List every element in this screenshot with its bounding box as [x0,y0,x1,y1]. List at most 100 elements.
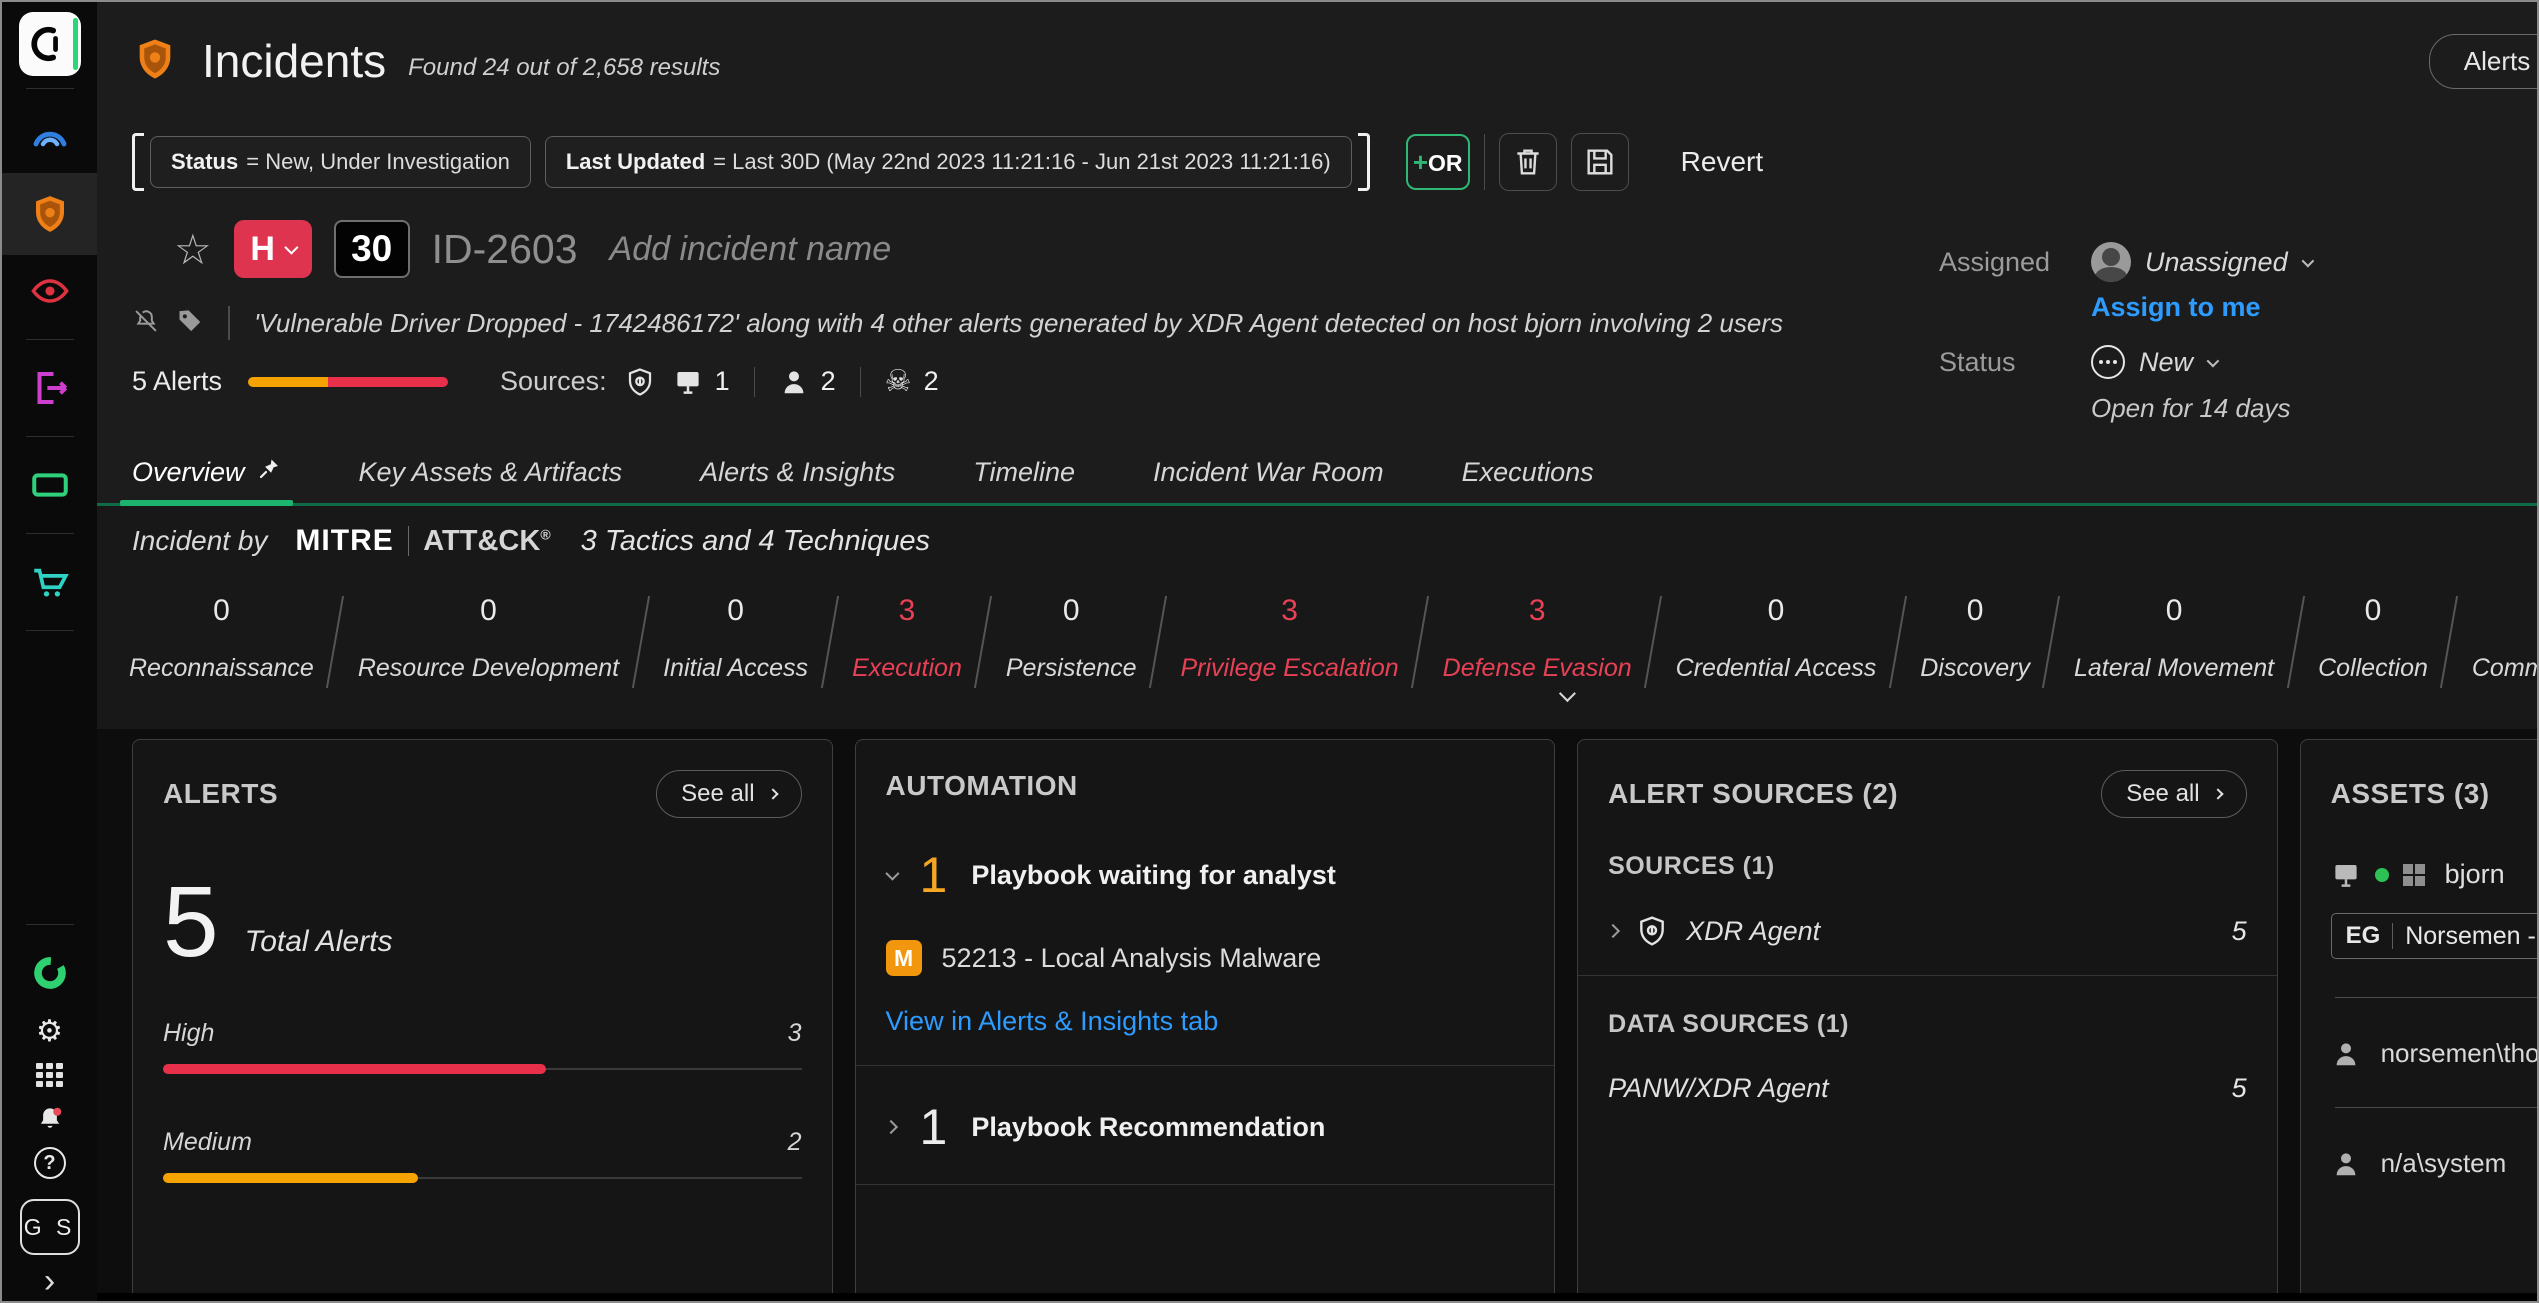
assignee-dropdown[interactable]: Unassigned [2091,242,2311,282]
alert-sources-card-title: ALERT SOURCES (2) [1608,778,1898,810]
tactic-cell[interactable]: 0 Credential Access [1654,594,1899,683]
tactic-cell[interactable]: 0 Initial Access [641,594,830,683]
user-icon [2331,1149,2361,1179]
alert-sources-see-all-button[interactable]: See all [2101,770,2246,818]
waiting-label: Playbook waiting for analyst [971,860,1336,891]
divider [228,306,230,340]
incident-score: 30 [334,220,410,278]
endpoint-count[interactable]: 1 [673,366,730,397]
sources-header: SOURCES (1) [1608,852,2247,881]
tactic-cell[interactable]: 0 Command and Control [2450,594,2539,683]
tactic-cell[interactable]: 0 Collection [2296,594,2450,683]
alerts-see-all-button[interactable]: See all [656,770,801,818]
tab[interactable]: Key Assets & Artifacts [359,442,623,503]
endpoints-card-icon[interactable] [2,449,97,521]
attack-logo: ATT&CK® [423,525,550,558]
asset-user-row[interactable]: norsemen\thor [2331,1038,2539,1069]
data-door-icon[interactable] [2,352,97,424]
source-row[interactable]: XDR Agent 5 [1608,915,2247,947]
asset-user-row[interactable]: n/a\system [2331,1148,2539,1179]
automation-alert-row[interactable]: M 52213 - Local Analysis Malware [886,940,1525,976]
divider [1484,134,1485,190]
tab[interactable]: Timeline [973,442,1075,503]
incidents-shield-icon[interactable] [2,173,97,255]
automation-card: AUTOMATION 1 Playbook waiting for analys… [855,739,1556,1301]
user-avatar[interactable]: G S [20,1199,80,1255]
threat-count[interactable]: ☠ 2 [885,364,939,399]
tactic-cell[interactable]: 3 Defense Evasion [1421,594,1654,683]
severity-badge[interactable]: H [234,220,312,278]
incident-header: ☆ H 30 ID-2603 Add incident name 'Vulner… [97,204,2539,442]
tactic-cell[interactable]: 0 Lateral Movement [2052,594,2296,683]
tactic-cell[interactable]: 0 Persistence [984,594,1159,683]
tactic-cell[interactable]: 0 Discovery [1898,594,2052,683]
bottom-edge [97,1293,2539,1301]
user-count[interactable]: 2 [779,366,836,397]
alerts-count: 5 Alerts [132,366,222,397]
tab[interactable]: Overview [132,442,281,503]
apps-grid-icon[interactable] [2,1053,97,1097]
cortex-ring-icon[interactable] [2,937,97,1009]
tab[interactable]: Executions [1462,442,1594,503]
asset-user-block: norsemen\thor [2331,997,2539,1069]
mute-alerts-icon[interactable] [132,307,160,340]
save-filter-button[interactable] [1571,133,1629,191]
add-or-filter-button[interactable]: +OR [1406,134,1470,190]
alerts-table-button[interactable]: Alerts Table [2429,34,2539,89]
alert-name: 52213 - Local Analysis Malware [942,943,1322,974]
assets-card: ASSETS (3) See all bjorn ⋮ EG [2300,739,2539,1301]
alerts-severity-bar [248,377,448,387]
waiting-count: 1 [920,846,948,904]
incident-tabs: Overview Key Assets & Artifacts Alerts &… [97,442,2539,506]
severity-count: 3 [788,1019,802,1048]
alerts-card: ALERTS See all 5 Total Alerts High [132,739,833,1301]
assign-to-me-link[interactable]: Assign to me [2091,292,2311,323]
divider [408,526,410,556]
tab[interactable]: Alerts & Insights [700,442,895,503]
endpoint-group-chip[interactable]: EG Norsemen - Pro Block Endpoin... [2331,913,2539,959]
severity-label: Medium [163,1128,252,1157]
tactic-cell[interactable]: 0 Reconnaissance [107,594,336,683]
sidebar-divider [26,630,74,631]
cortex-logo-icon[interactable] [19,12,81,76]
data-source-name: PANW/XDR Agent [1608,1073,1829,1104]
divider [856,1184,1555,1185]
threat-eye-icon[interactable] [2,255,97,327]
incident-name-input[interactable]: Add incident name [610,230,892,269]
chevron-down-icon[interactable] [885,867,899,881]
chevron-right-icon[interactable] [1606,924,1620,938]
chevron-right-icon[interactable] [883,1120,897,1134]
status-new-icon [2091,345,2125,379]
filter-chip-last-updated[interactable]: Last Updated= Last 30D (May 22nd 2023 11… [545,136,1352,188]
star-icon[interactable]: ☆ [174,225,212,274]
page-title: Incidents [202,34,386,88]
revert-button[interactable]: Revert [1681,146,1763,178]
delete-filter-button[interactable] [1499,133,1557,191]
data-source-row: PANW/XDR Agent 5 [1608,1073,2247,1104]
tab[interactable]: Incident War Room [1153,442,1384,503]
status-label: Status [1939,347,2091,378]
filter-bar: Status= New, Under Investigation Last Up… [97,120,2539,204]
divider [860,367,861,397]
tactic-cell[interactable]: 0 Resource Development [336,594,641,683]
sidebar-expand-icon[interactable]: › [44,1271,55,1291]
endpoint-monitor-icon [2331,860,2361,890]
help-icon[interactable]: ? [2,1141,97,1185]
status-dropdown[interactable]: New [2091,345,2311,379]
view-alerts-insights-link[interactable]: View in Alerts & Insights tab [886,1006,1219,1037]
tactic-cell[interactable]: 3 Privilege Escalation [1158,594,1420,683]
tactic-cell[interactable]: 3 Execution [830,594,984,683]
xdr-agent-shield-icon [1636,915,1668,947]
tactics-row: 0 Reconnaissance 0 Resource Development … [97,576,2539,689]
recommendation-count: 1 [920,1098,948,1156]
divider [2335,997,2539,998]
marketplace-cart-icon[interactable] [2,546,97,618]
sidebar-divider [26,924,74,925]
tag-icon[interactable] [176,307,204,340]
host-row[interactable]: bjorn ⋮ [2331,858,2539,891]
notifications-bell-icon[interactable] [2,1097,97,1141]
dashboard-arc-icon[interactable] [2,101,97,173]
settings-gear-icon[interactable]: ⚙ [2,1009,97,1053]
filter-chip-status[interactable]: Status= New, Under Investigation [150,136,531,188]
mitre-logo: MITRE [295,524,393,558]
